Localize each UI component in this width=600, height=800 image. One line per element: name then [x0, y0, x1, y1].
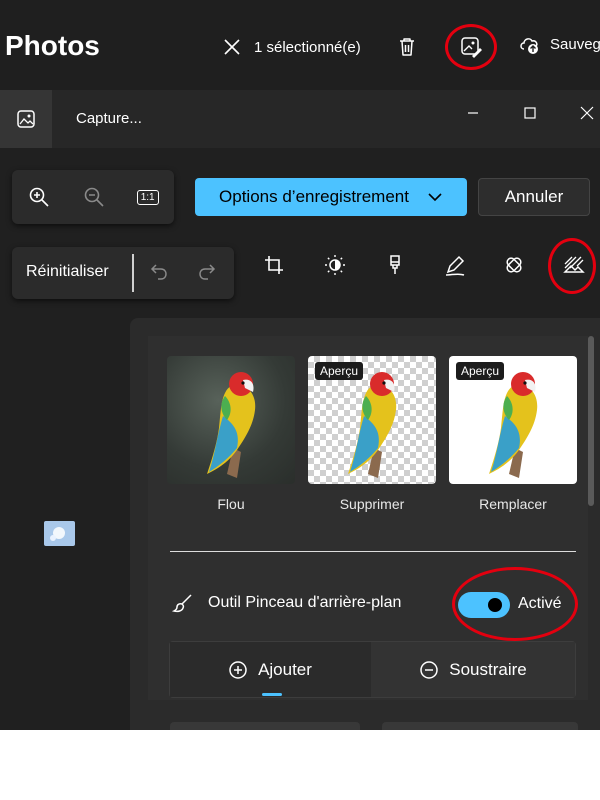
zoom-in-icon[interactable] — [27, 185, 51, 209]
parrot-image — [207, 372, 256, 478]
save-text: Sauvega — [550, 35, 600, 53]
paintbrush-icon — [172, 592, 194, 614]
subtract-mode-label: Soustraire — [449, 659, 527, 679]
trash-icon — [396, 36, 418, 58]
photos-window: Photos 1 sélectionné(e) Sauveg Capture..… — [0, 0, 600, 730]
preview-badge: Aperçu — [456, 362, 505, 380]
section-divider — [170, 551, 576, 552]
window-close-button[interactable] — [572, 98, 600, 128]
plus-circle-icon — [228, 660, 248, 680]
close-icon — [580, 106, 594, 120]
edit-image-icon — [459, 35, 483, 59]
brush-tool-label: Outil Pinceau d'arrière-plan — [208, 594, 402, 611]
zoom-out-icon[interactable] — [82, 185, 106, 209]
reset-button[interactable]: Réinitialiser — [26, 263, 109, 281]
history-divider — [132, 254, 134, 292]
minimize-icon — [466, 106, 480, 120]
remove-option-label: Supprimer — [339, 496, 405, 512]
crop-icon — [263, 254, 285, 276]
background-tool-button[interactable] — [559, 250, 589, 280]
image-canvas-thumbnail[interactable] — [44, 521, 75, 546]
retouch-icon — [503, 254, 525, 276]
add-mode-button[interactable]: Ajouter — [170, 642, 370, 697]
save-options-button[interactable]: Options d’enregistrement — [195, 178, 467, 216]
crop-tool-button[interactable] — [259, 250, 289, 280]
brush-size-control[interactable] — [170, 722, 360, 730]
brush-settings-area — [148, 700, 588, 730]
adjust-tool-button[interactable] — [320, 250, 350, 280]
retouch-tool-button[interactable] — [499, 250, 529, 280]
editor-tab-bar: Capture... — [0, 90, 600, 148]
brush-icon — [384, 254, 406, 276]
app-header: Photos 1 sélectionné(e) Sauveg — [0, 0, 600, 90]
close-icon[interactable] — [222, 37, 242, 57]
selection-status: 1 sélectionné(e) — [222, 33, 361, 61]
panel-scrollbar[interactable] — [588, 336, 594, 506]
redo-icon[interactable] — [196, 261, 218, 283]
chevron-down-icon — [427, 189, 443, 205]
delete-button[interactable] — [392, 32, 422, 62]
replace-option-label: Remplacer — [479, 496, 547, 512]
subtract-mode-button[interactable]: Soustraire — [371, 642, 575, 697]
edit-image-button[interactable] — [456, 32, 486, 62]
maximize-button[interactable] — [515, 98, 545, 128]
brush-mode-selector: Ajouter Soustraire — [169, 641, 576, 698]
undo-icon[interactable] — [148, 261, 170, 283]
brush-tool-toggle[interactable] — [458, 592, 510, 618]
selection-count-text: 1 sélectionné(e) — [254, 38, 361, 56]
background-option-remove[interactable]: Aperçu — [308, 356, 436, 484]
selected-indicator — [262, 693, 282, 696]
markup-tool-button[interactable] — [440, 250, 470, 280]
brush-softness-control[interactable] — [382, 722, 578, 730]
actual-size-label: 1:1 — [140, 191, 155, 203]
maximize-icon — [523, 106, 537, 120]
filter-tool-button[interactable] — [380, 250, 410, 280]
cancel-button[interactable]: Annuler — [478, 178, 590, 216]
toggle-knob — [488, 598, 502, 612]
background-icon — [562, 254, 586, 276]
background-option-blur[interactable] — [167, 356, 295, 484]
tab-title: Capture... — [76, 110, 142, 127]
brightness-icon — [324, 254, 346, 276]
cloud-save-button[interactable]: Sauvega — [518, 33, 600, 55]
save-options-label: Options d’enregistrement — [219, 187, 409, 206]
app-title: Photos — [5, 30, 100, 61]
toggle-state-label: Activé — [518, 595, 562, 612]
background-option-replace[interactable]: Aperçu — [449, 356, 577, 484]
minus-circle-icon — [419, 660, 439, 680]
background-brush-tool-row: Outil Pinceau d'arrière-plan — [172, 592, 401, 614]
preview-badge: Aperçu — [315, 362, 364, 380]
pen-icon — [444, 254, 466, 276]
cloud-upload-icon — [518, 33, 542, 55]
add-mode-label: Ajouter — [258, 659, 312, 679]
blur-option-label: Flou — [217, 496, 245, 512]
minimize-button[interactable] — [458, 98, 488, 128]
actual-size-button[interactable]: 1:1 — [136, 189, 159, 205]
tab-image-editor[interactable] — [0, 90, 52, 148]
photo-icon — [16, 109, 36, 129]
history-panel: Réinitialiser — [12, 247, 234, 299]
zoom-panel: 1:1 — [12, 170, 174, 224]
